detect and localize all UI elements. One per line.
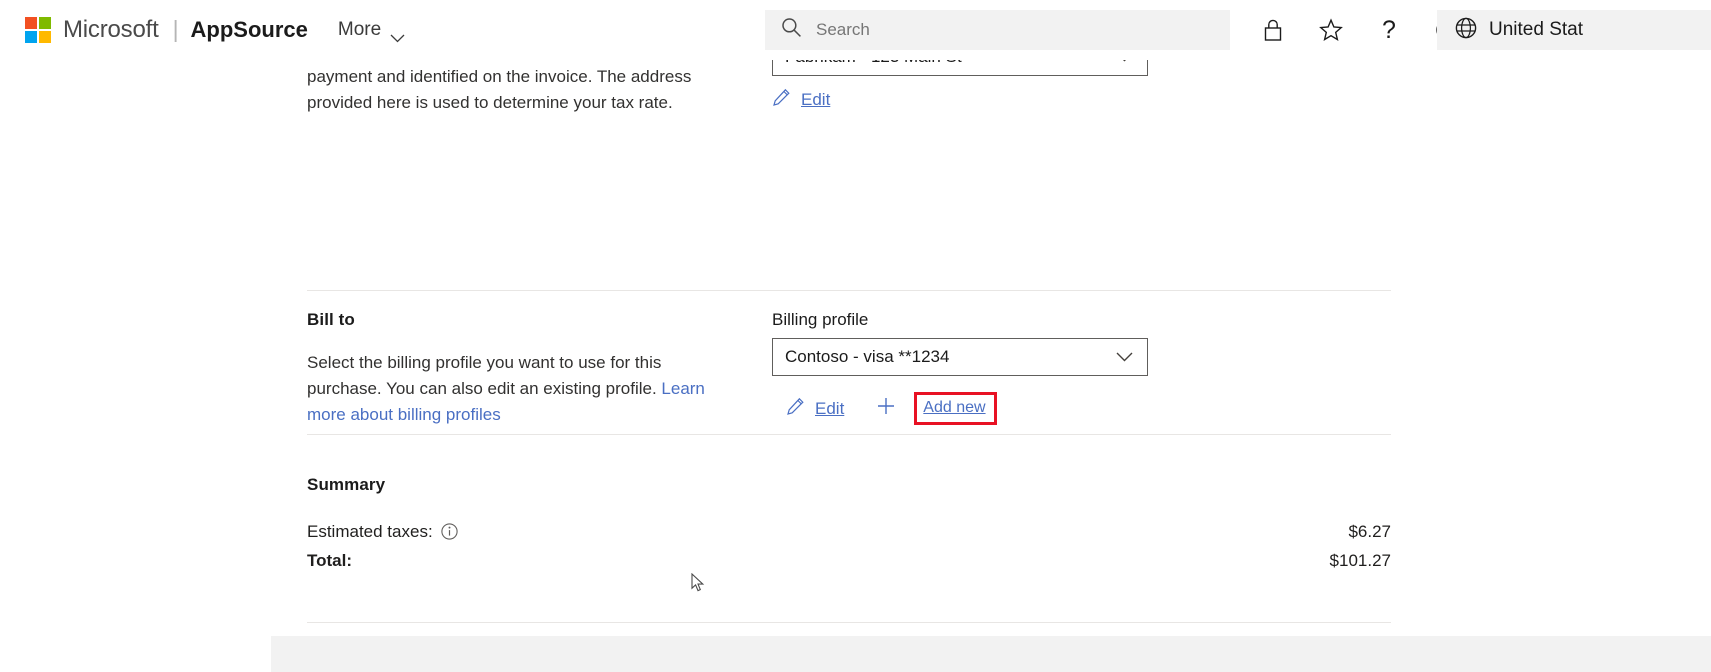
info-icon[interactable] — [441, 523, 458, 545]
brand-separator: | — [172, 16, 179, 42]
estimated-taxes-label: Estimated taxes: — [307, 522, 433, 541]
divider-above-bill-to — [307, 290, 1391, 291]
header-icon-group: ? — [1255, 0, 1465, 60]
billing-profile-dropdown[interactable]: Contoso - visa **1234 — [772, 338, 1148, 376]
globe-icon — [1455, 17, 1477, 44]
help-icon-glyph: ? — [1382, 15, 1396, 44]
search-icon — [781, 17, 802, 43]
plus-icon — [876, 396, 896, 421]
billing-profile-edit-button[interactable]: Edit — [786, 397, 844, 421]
footer-bar — [271, 636, 1711, 672]
more-menu-button[interactable]: More — [337, 18, 405, 43]
mouse-cursor — [691, 572, 705, 598]
billing-address-description-line-2: payment and identified on the invoice. T… — [307, 67, 692, 86]
page-root: Enter the address of the legal entity re… — [0, 0, 1711, 672]
summary-row: Total: $101.27 — [307, 551, 1391, 571]
search-box[interactable] — [765, 10, 1230, 50]
chevron-down-icon — [1116, 347, 1133, 367]
bill-to-right-column: Billing profile Contoso - visa **1234 Ed… — [772, 310, 1472, 425]
global-header: Microsoft | AppSource More Search ? Unit… — [0, 0, 1711, 60]
billing-address-description-line-3: provided here is used to determine your … — [307, 93, 673, 112]
total-label: Total: — [307, 551, 353, 570]
summary-section: Summary Estimated taxes: $6.27 Total: $1… — [307, 475, 1391, 571]
add-new-billing-profile-highlight: Add new — [914, 392, 997, 425]
more-menu-label: More — [337, 18, 382, 40]
divider-above-summary — [307, 434, 1391, 435]
add-new-billing-profile-button[interactable]: Add new — [923, 399, 985, 417]
billing-profile-edit-label: Edit — [815, 398, 845, 418]
region-label: United Stat — [1489, 19, 1583, 40]
billing-profile-actions: Edit Add new — [772, 392, 1472, 425]
estimated-taxes-amount: $6.27 — [1348, 522, 1391, 541]
pencil-icon — [786, 397, 805, 421]
bill-to-left-column: Bill to Select the billing profile you w… — [307, 310, 727, 428]
help-icon[interactable]: ? — [1371, 12, 1407, 48]
total-amount: $101.27 — [1329, 551, 1391, 570]
billing-address-edit-button[interactable]: Edit — [772, 88, 830, 112]
billing-address-edit-label: Edit — [801, 90, 831, 109]
divider-below-summary — [307, 622, 1391, 623]
billing-profile-label: Billing profile — [772, 310, 869, 329]
star-icon[interactable] — [1313, 12, 1349, 48]
pencil-icon — [772, 88, 791, 112]
lock-icon[interactable] — [1255, 12, 1291, 48]
summary-row: Estimated taxes: $6.27 — [307, 521, 1391, 543]
bill-to-description-text: Select the billing profile you want to u… — [307, 353, 662, 398]
brand-appsource[interactable]: AppSource — [191, 17, 308, 43]
chevron-down-icon — [390, 27, 405, 43]
brand-microsoft[interactable]: Microsoft — [63, 16, 159, 44]
microsoft-logo[interactable] — [25, 16, 51, 43]
summary-title: Summary — [307, 475, 386, 494]
search-input[interactable] — [814, 19, 1230, 41]
billing-profile-dropdown-value: Contoso - visa **1234 — [785, 347, 950, 366]
bill-to-title: Bill to — [307, 310, 355, 329]
bill-to-description: Select the billing profile you want to u… — [307, 350, 727, 428]
region-selector[interactable]: United Stat — [1437, 10, 1711, 50]
